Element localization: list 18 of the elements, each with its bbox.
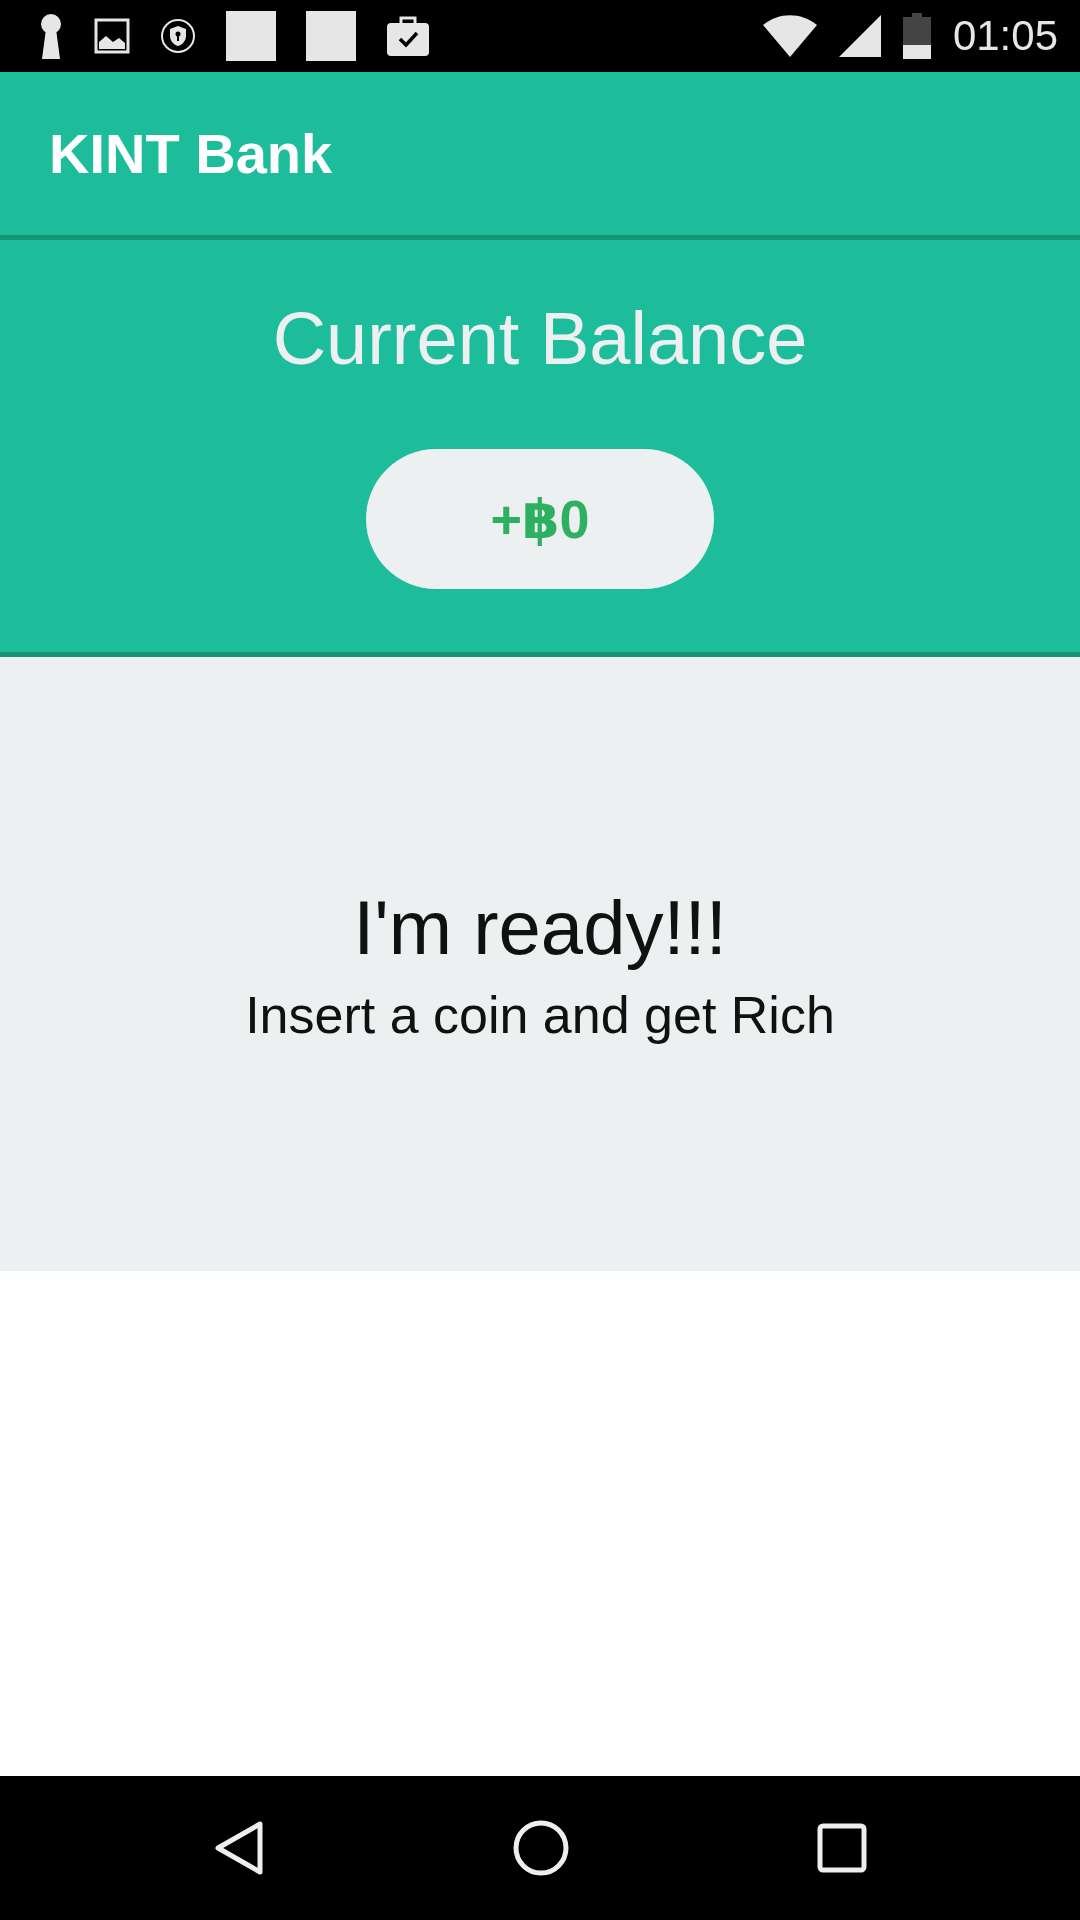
wifi-icon xyxy=(762,15,817,57)
back-icon[interactable] xyxy=(213,1820,266,1876)
clock-time: 01:05 xyxy=(952,12,1058,60)
image-icon xyxy=(94,18,130,54)
message-title: I'm ready!!! xyxy=(353,883,727,971)
notification-icon xyxy=(306,11,356,61)
app-title: KINT Bank xyxy=(49,121,333,186)
home-icon[interactable] xyxy=(512,1819,570,1877)
recents-icon[interactable] xyxy=(816,1823,867,1873)
keyhole-icon xyxy=(38,13,64,59)
notification-icon xyxy=(226,11,276,61)
balance-label: Current Balance xyxy=(272,302,808,376)
message-subtitle: Insert a coin and get Rich xyxy=(245,984,835,1045)
signal-icon xyxy=(838,15,881,57)
battery-icon xyxy=(902,13,931,59)
balance-amount: +฿0 xyxy=(366,449,714,589)
briefcase-check-icon xyxy=(386,15,430,57)
shield-icon xyxy=(160,18,196,54)
